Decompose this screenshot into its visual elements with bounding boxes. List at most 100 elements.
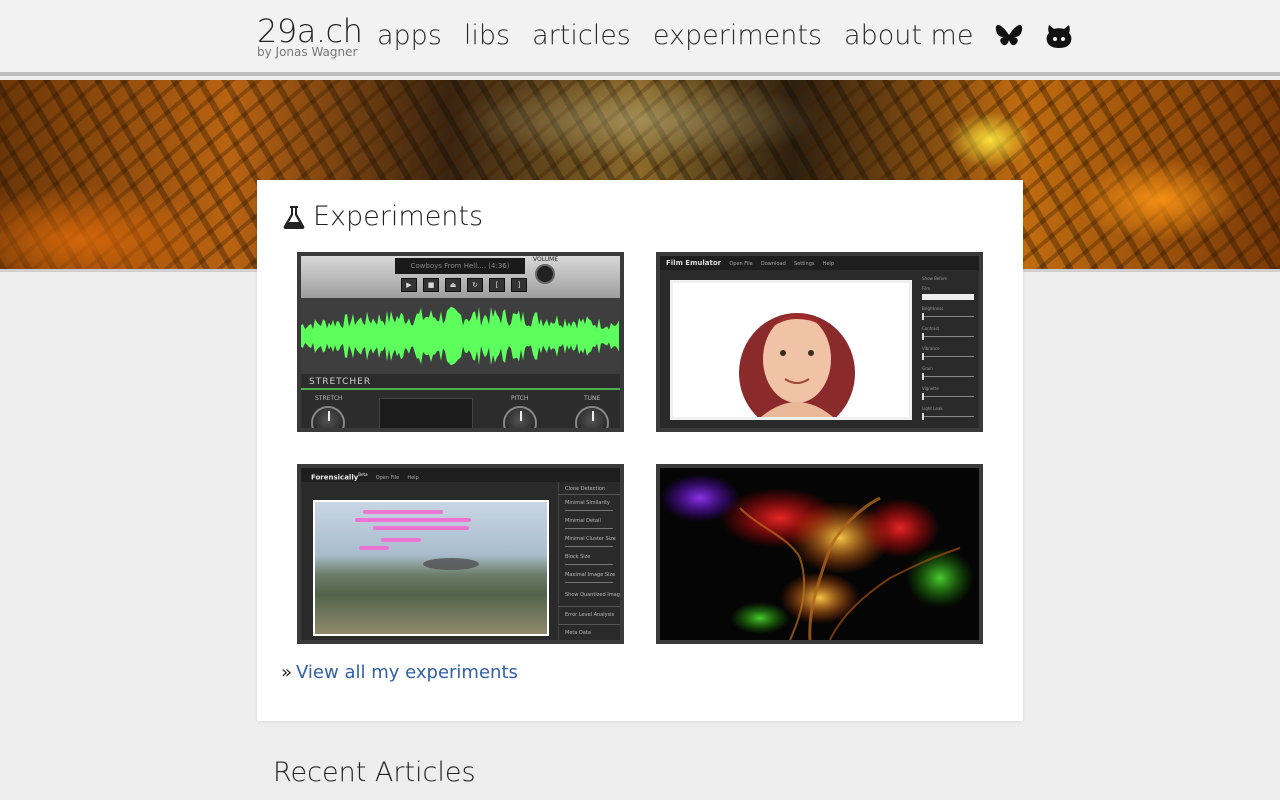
nav-apps[interactable]: apps <box>377 18 442 54</box>
contrast-slider <box>922 333 974 340</box>
site-header: 29a.ch by Jonas Wagner apps libs article… <box>0 0 1280 76</box>
main-nav: apps libs articles experiments about me <box>377 18 1073 54</box>
film-menu-download: Download <box>760 261 786 267</box>
stretch-knob <box>311 406 345 428</box>
recent-articles-title: Recent Articles <box>273 757 476 788</box>
clone-highlight <box>373 526 469 530</box>
label-minimal-cluster-size: Minimal Cluster Size <box>565 536 616 542</box>
github-link[interactable] <box>1045 23 1073 49</box>
fluid-art-image <box>660 468 979 640</box>
pitch-label: PITCH <box>511 395 529 402</box>
clone-highlight <box>359 546 389 550</box>
film-label-grain: Grain <box>922 366 933 371</box>
nav-about-me[interactable]: about me <box>844 18 973 54</box>
experiments-heading: Experiments <box>283 200 483 234</box>
clone-highlight <box>355 518 471 522</box>
slider-maximal-image-size <box>565 582 613 583</box>
label-block-size: Block Size <box>565 554 591 560</box>
panel-separator <box>559 624 620 625</box>
bluesky-icon <box>996 25 1023 46</box>
film-menu-settings: Settings <box>793 261 815 267</box>
nav-libs[interactable]: libs <box>464 18 510 54</box>
film-label-contrast: Contrast <box>922 326 940 331</box>
pitch-knob <box>503 406 537 428</box>
bluesky-link[interactable] <box>995 23 1023 49</box>
nav-articles[interactable]: articles <box>532 18 631 54</box>
stretcher-brand: STRETCHER <box>309 377 372 387</box>
header-inner: 29a.ch by Jonas Wagner apps libs article… <box>257 0 1072 76</box>
experiment-thumb-fractal[interactable] <box>656 464 983 644</box>
brightness-slider <box>922 313 974 320</box>
film-label-film: Film <box>922 286 931 291</box>
fluid-art-illustration <box>660 474 974 640</box>
site-logo[interactable]: 29a.ch by Jonas Wagner <box>257 12 363 59</box>
volume-knob <box>535 264 555 284</box>
experiments-card: Experiments Cowboys From Hell.... (4:36)… <box>257 180 1023 721</box>
tool-meta-data: Meta Data <box>565 630 591 636</box>
view-all-experiments-link[interactable]: View all my experiments <box>296 662 518 684</box>
slider-minimal-cluster-size <box>565 546 613 547</box>
experiment-thumb-stretcher[interactable]: Cowboys From Hell.... (4:36) VOLUME ▶ ■ … <box>297 252 624 432</box>
stretcher-divider <box>301 388 620 390</box>
github-icon <box>1047 25 1072 48</box>
tune-knob <box>575 406 609 428</box>
clone-highlight <box>381 538 421 542</box>
experiment-thumb-film-emulator[interactable]: Film Emulator Open File Download Setting… <box>656 252 983 432</box>
forensically-tools-panel: Clone Detection Minimal Similarity Minim… <box>558 482 623 640</box>
label-minimal-detail: Minimal Detail <box>565 518 601 524</box>
loop-icon: ↻ <box>467 278 483 292</box>
view-all-experiments: » View all my experiments <box>281 662 518 684</box>
double-chevron-right-icon: » <box>281 662 293 683</box>
experiments-title: Experiments <box>313 201 484 232</box>
stretcher-volume-label: VOLUME <box>533 256 559 263</box>
portrait-illustration <box>739 313 855 428</box>
film-label-vignette: Vignette <box>922 386 939 391</box>
ufo-shape <box>423 558 479 570</box>
mark-out-icon: ] <box>511 278 527 292</box>
tune-label: TUNE <box>584 395 601 402</box>
experiment-thumb-forensically[interactable]: ForensicallyBeta Open File Help Clone De… <box>297 464 624 644</box>
film-emulator-menubar: Film Emulator Open File Download Setting… <box>660 256 979 270</box>
light-leak-slider <box>922 413 974 420</box>
play-icon: ▶ <box>401 278 417 292</box>
label-show-quantized: Show Quantized Image <box>565 592 623 598</box>
logo-subtitle: by Jonas Wagner <box>257 45 358 59</box>
slider-minimal-detail <box>565 528 613 529</box>
slider-minimal-similarity <box>565 510 613 511</box>
panel-separator <box>559 606 620 607</box>
nav-experiments[interactable]: experiments <box>653 18 822 54</box>
label-maximal-image-size: Maximal Image Size <box>565 572 616 578</box>
slider-block-size <box>565 564 613 565</box>
stop-icon: ■ <box>423 278 439 292</box>
grain-slider <box>922 373 974 380</box>
stretcher-screen <box>379 398 473 428</box>
film-label-vibrance: Vibrance <box>922 346 940 351</box>
waveform <box>301 306 619 366</box>
film-menu-open: Open File <box>729 261 753 267</box>
stretcher-display: Cowboys From Hell.... (4:36) <box>395 258 525 274</box>
ufo-photo <box>313 500 549 636</box>
tool-error-level-analysis: Error Level Analysis <box>565 612 615 618</box>
forensically-menubar: ForensicallyBeta Open File Help <box>301 468 620 482</box>
forensically-menu-open: Open File <box>375 475 400 482</box>
film-menu-help: Help <box>822 261 835 267</box>
vibrance-slider <box>922 353 974 360</box>
vignette-slider <box>922 393 974 400</box>
forensically-badge: Beta <box>358 472 368 477</box>
flask-icon <box>283 206 305 229</box>
film-settings-panel: Show Before Film Brightness Contrast Vib… <box>916 270 979 428</box>
portrait-photo <box>670 280 912 428</box>
film-select <box>922 294 974 300</box>
film-emulator-title: Film Emulator <box>666 259 722 267</box>
eject-icon: ⏏ <box>445 278 461 292</box>
tool-clone-detection: Clone Detection <box>565 486 606 492</box>
forensically-menu-help: Help <box>407 475 419 482</box>
panel-separator <box>559 494 620 495</box>
film-label-brightness: Brightness <box>922 306 944 311</box>
label-minimal-similarity: Minimal Similarity <box>565 500 610 506</box>
stretch-label: STRETCH <box>315 395 343 402</box>
film-label-light-leak: Light Leak <box>922 406 943 411</box>
clone-highlight <box>363 510 443 514</box>
film-label-show-before: Show Before <box>922 276 948 281</box>
forensically-title: Forensically <box>311 473 359 482</box>
